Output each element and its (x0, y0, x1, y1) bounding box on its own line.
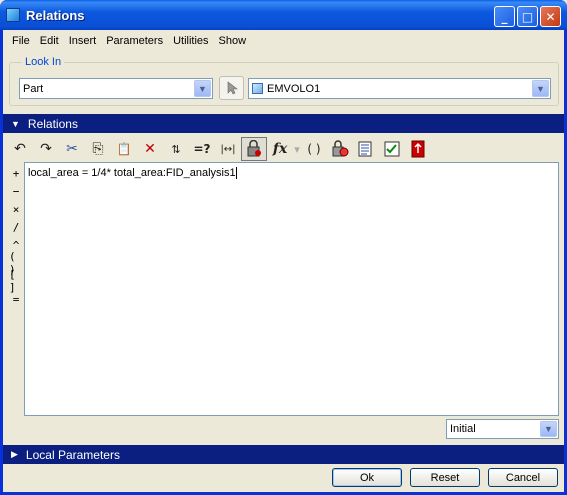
menu-edit[interactable]: Edit (35, 35, 64, 47)
cancel-button[interactable]: Cancel (488, 468, 558, 487)
dropdown-arrow-icon[interactable]: ▾ (293, 139, 301, 159)
ok-button[interactable]: Ok (332, 468, 402, 487)
verify-icon[interactable] (379, 137, 405, 161)
relations-window: Relations _ □ ✕ File Edit Insert Paramet… (0, 0, 567, 495)
part-icon (252, 83, 263, 94)
select-model-button[interactable] (219, 76, 244, 100)
copy-icon[interactable]: ⎘ (85, 137, 111, 161)
pointer-icon (227, 81, 238, 95)
undo-icon[interactable]: ↶ (7, 137, 33, 161)
evaluate-icon[interactable]: =? (189, 137, 215, 161)
menu-show[interactable]: Show (214, 35, 252, 47)
menu-file[interactable]: File (7, 35, 35, 47)
parenthesis-icon[interactable]: ( ) (301, 137, 327, 161)
relations-section-header[interactable]: ▼ Relations (3, 114, 564, 133)
display-parameter-icon[interactable] (241, 137, 267, 161)
collapse-triangle-icon[interactable]: ▼ (11, 119, 20, 129)
sort-order-select[interactable]: Initial ▼ (446, 419, 559, 439)
details-icon[interactable] (353, 137, 379, 161)
look-in-model-value: EMVOLO1 (267, 82, 321, 95)
document-list-icon (358, 141, 372, 157)
measure-icon[interactable]: |↔| (215, 137, 241, 161)
delete-icon[interactable]: ✕ (137, 137, 163, 161)
operator-plus[interactable]: + (9, 164, 23, 182)
relations-editor[interactable]: local_area = 1/4* total_area:FID_analysi… (24, 162, 559, 416)
operator-divide[interactable]: / (9, 218, 23, 236)
close-button[interactable]: ✕ (540, 6, 561, 27)
local-parameters-section-header[interactable]: ▶ Local Parameters (3, 445, 564, 464)
menu-utilities[interactable]: Utilities (168, 35, 213, 47)
paste-icon[interactable]: 📋 (111, 137, 137, 161)
app-icon (6, 8, 20, 22)
sort-relations-icon[interactable]: ⇅ (163, 137, 189, 161)
operator-multiply[interactable]: × (9, 200, 23, 218)
function-icon[interactable]: fx (267, 137, 293, 161)
menu-insert[interactable]: Insert (64, 35, 102, 47)
checkmark-icon (384, 141, 400, 157)
export-arrow-icon (411, 140, 425, 158)
relations-toolbar: ↶ ↷ ✂ ⎘ 📋 ✕ ⇅ =? |↔| fx ▾ ( ) (7, 136, 431, 162)
lock-param-icon (247, 140, 261, 157)
text-caret (235, 167, 237, 180)
operator-palette: + − × / ^ ( ) [ ] = (9, 164, 23, 308)
chevron-down-icon[interactable]: ▼ (194, 80, 211, 97)
expand-triangle-icon[interactable]: ▶ (11, 449, 18, 460)
relations-section-label: Relations (27, 116, 78, 131)
chevron-down-icon[interactable]: ▼ (532, 80, 549, 97)
relation-line: local_area = 1/4* total_area:FID_analysi… (28, 167, 236, 179)
operator-minus[interactable]: − (9, 182, 23, 200)
maximize-button[interactable]: □ (517, 6, 538, 27)
title-bar[interactable]: Relations _ □ ✕ (0, 0, 567, 30)
sort-order-value: Initial (450, 423, 476, 435)
redo-icon[interactable]: ↷ (33, 137, 59, 161)
look-in-type-select[interactable]: Part ▼ (19, 78, 213, 99)
local-parameters-label: Local Parameters (25, 447, 120, 462)
import-icon[interactable] (405, 137, 431, 161)
look-in-model-select[interactable]: EMVOLO1 ▼ (248, 78, 551, 99)
look-in-label: Look In (22, 56, 65, 68)
menu-parameters[interactable]: Parameters (101, 35, 168, 47)
dialog-body: File Edit Insert Parameters Utilities Sh… (3, 30, 564, 492)
lock-clock-icon (332, 140, 349, 157)
chevron-down-icon[interactable]: ▼ (540, 421, 557, 437)
cut-icon[interactable]: ✂ (59, 137, 85, 161)
operator-brackets[interactable]: [ ] (9, 268, 23, 294)
minimize-button[interactable]: _ (494, 6, 515, 27)
window-title: Relations (26, 7, 85, 23)
lock-icon[interactable] (327, 137, 353, 161)
menu-bar: File Edit Insert Parameters Utilities Sh… (3, 30, 564, 52)
look-in-type-value: Part (23, 82, 44, 95)
reset-button[interactable]: Reset (410, 468, 480, 487)
look-in-group: Look In Part ▼ EMVOLO1 ▼ (9, 56, 559, 106)
